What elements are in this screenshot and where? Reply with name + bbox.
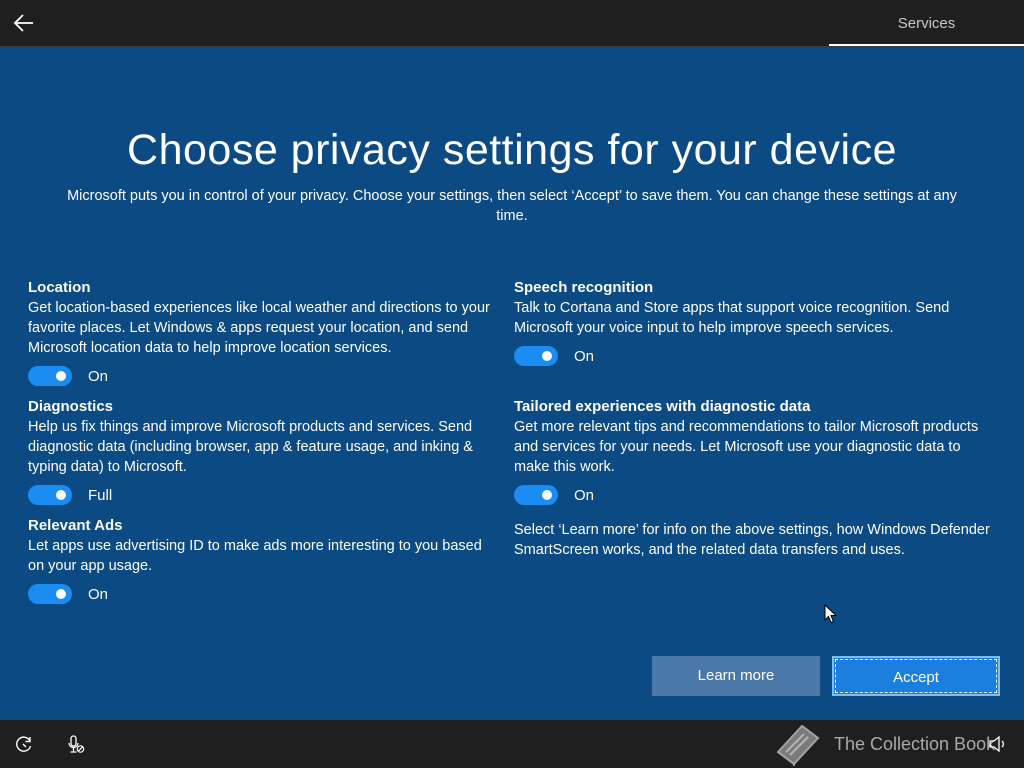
speech-recognition-toggle[interactable] (514, 346, 558, 366)
arrow-left-icon (13, 14, 33, 32)
toggle-state-label: Full (88, 486, 113, 504)
setting-description: Let apps use advertising ID to make ads … (28, 538, 482, 574)
speaker-icon (989, 735, 1004, 753)
ease-of-access-icon (16, 736, 32, 752)
setting-diagnostics: Diagnostics Help us fix things and impro… (28, 397, 498, 505)
toggle-knob (542, 351, 552, 361)
book-logo-icon (776, 724, 820, 766)
setting-title: Location (28, 279, 91, 296)
accept-button[interactable]: Accept (832, 656, 1000, 696)
tailored-experiences-toggle[interactable] (514, 485, 558, 505)
setting-description: Get more relevant tips and recommendatio… (514, 419, 979, 475)
learn-more-button[interactable]: Learn more (652, 656, 820, 696)
setting-tailored-experiences: Tailored experiences with diagnostic dat… (514, 397, 984, 505)
setting-title: Relevant Ads (28, 517, 123, 534)
setting-title: Diagnostics (28, 398, 114, 415)
volume-button[interactable] (988, 734, 1008, 754)
microphone-off-icon (68, 735, 85, 753)
toggle-state-label: On (88, 585, 109, 603)
mouse-cursor-icon (824, 604, 838, 624)
setting-relevant-ads: Relevant Ads Let apps use advertising ID… (28, 516, 498, 604)
setting-description: Get location-based experiences like loca… (28, 300, 490, 356)
toggle-knob (542, 490, 552, 500)
watermark-text: The Collection Book (834, 733, 996, 754)
page-title: Choose privacy settings for your device (127, 126, 897, 174)
setting-title: Speech recognition (514, 279, 654, 296)
toggle-knob (56, 490, 66, 500)
learn-more-info-text: Select ‘Learn more’ for info on the abov… (514, 522, 990, 558)
setting-description: Help us fix things and improve Microsoft… (28, 419, 473, 475)
toggle-state-label: On (88, 367, 109, 385)
bottom-bar: The Collection Book (0, 720, 1024, 768)
toggle-knob (56, 589, 66, 599)
setting-speech-recognition: Speech recognition Talk to Cortana and S… (514, 278, 984, 366)
setting-description: Talk to Cortana and Store apps that supp… (514, 300, 950, 336)
microphone-button[interactable] (66, 734, 86, 754)
watermark: The Collection Book (772, 720, 995, 768)
setting-title: Tailored experiences with diagnostic dat… (514, 398, 811, 415)
location-toggle[interactable] (28, 366, 72, 386)
setting-location: Location Get location-based experiences … (28, 278, 498, 386)
toggle-knob (56, 371, 66, 381)
diagnostics-toggle[interactable] (28, 485, 72, 505)
main-panel: Choose privacy settings for your device … (0, 48, 1024, 720)
back-button[interactable] (10, 9, 38, 37)
toggle-state-label: On (574, 486, 595, 504)
ease-of-access-button[interactable] (14, 734, 34, 754)
toggle-state-label: On (574, 347, 595, 365)
page-description: Microsoft puts you in control of your pr… (67, 188, 957, 224)
top-bar: Services (0, 0, 1024, 48)
relevant-ads-toggle[interactable] (28, 584, 72, 604)
tab-services[interactable]: Services (829, 0, 1024, 46)
